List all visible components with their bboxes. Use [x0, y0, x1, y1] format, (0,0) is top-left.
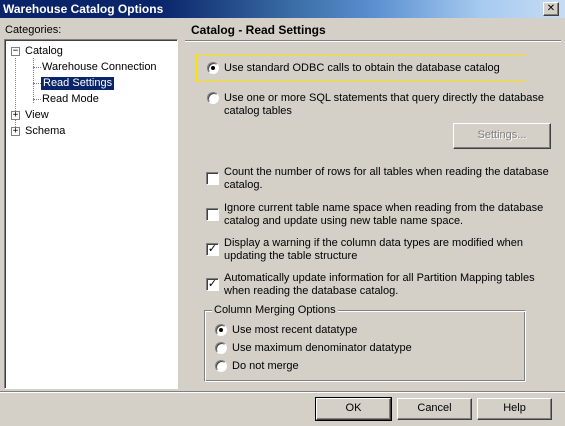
tree-item-warehouse-connection[interactable]: Warehouse Connection	[42, 61, 157, 74]
odbc-calls-radio[interactable]	[207, 62, 219, 74]
cancel-button[interactable]: Cancel	[397, 398, 472, 420]
tree-line	[33, 99, 41, 100]
settings-button[interactable]: Settings...	[453, 123, 551, 149]
tree-line	[33, 83, 41, 84]
do-not-merge-label[interactable]: Do not merge	[232, 360, 299, 373]
sql-statements-label[interactable]: Use one or more SQL statements that quer…	[224, 92, 544, 105]
ignore-namespace-label[interactable]: Ignore current table name space when rea…	[224, 202, 543, 215]
tree-item-catalog[interactable]: Catalog	[25, 45, 63, 58]
datatype-warning-label-2[interactable]: updating the table structure	[224, 250, 357, 263]
tree-line	[33, 58, 34, 103]
check-icon: ✓	[207, 242, 218, 255]
expand-icon[interactable]: +	[11, 127, 20, 136]
merge-max-denominator-radio[interactable]	[215, 342, 227, 354]
datatype-warning-checkbox[interactable]: ✓	[206, 243, 219, 256]
tree-item-view[interactable]: View	[25, 109, 49, 122]
tree-item-schema[interactable]: Schema	[25, 125, 65, 138]
category-tree[interactable]: − Catalog Warehouse Connection Read Sett…	[4, 39, 178, 389]
close-button[interactable]: ✕	[543, 2, 559, 16]
odbc-calls-label[interactable]: Use standard ODBC calls to obtain the da…	[224, 62, 500, 75]
title-bar[interactable]: Warehouse Catalog Options ✕	[0, 0, 565, 18]
tree-item-read-settings[interactable]: Read Settings	[41, 77, 115, 90]
tree-line	[15, 58, 16, 131]
datatype-warning-label[interactable]: Display a warning if the column data typ…	[224, 237, 523, 250]
ignore-namespace-checkbox[interactable]	[206, 208, 219, 221]
count-rows-label-2[interactable]: catalog.	[224, 179, 263, 192]
ok-button[interactable]: OK	[315, 397, 392, 421]
window-title: Warehouse Catalog Options	[3, 2, 164, 16]
check-icon: ✓	[207, 277, 218, 290]
partition-update-label-2[interactable]: when reading the database catalog.	[224, 285, 398, 298]
page-title: Catalog - Read Settings	[191, 23, 326, 37]
collapse-icon[interactable]: −	[11, 47, 20, 56]
close-icon: ✕	[546, 3, 556, 14]
categories-label: Categories:	[5, 24, 62, 36]
divider	[185, 40, 561, 42]
merge-recent-radio[interactable]	[215, 324, 227, 336]
partition-update-checkbox[interactable]: ✓	[206, 278, 219, 291]
tree-item-read-mode[interactable]: Read Mode	[42, 93, 99, 106]
help-button[interactable]: Help	[477, 398, 552, 420]
partition-update-label[interactable]: Automatically update information for all…	[224, 272, 535, 285]
sql-statements-label-2[interactable]: catalog tables	[224, 105, 292, 118]
count-rows-label[interactable]: Count the number of rows for all tables …	[224, 166, 549, 179]
column-merging-legend: Column Merging Options	[212, 304, 338, 316]
count-rows-checkbox[interactable]	[206, 172, 219, 185]
expand-icon[interactable]: +	[11, 111, 20, 120]
ignore-namespace-label-2[interactable]: catalog and update using new table name …	[224, 215, 463, 228]
sql-statements-radio[interactable]	[207, 92, 219, 104]
merge-max-denominator-label[interactable]: Use maximum denominator datatype	[232, 342, 412, 355]
merge-recent-label[interactable]: Use most recent datatype	[232, 324, 357, 337]
do-not-merge-radio[interactable]	[215, 360, 227, 372]
footer-divider	[0, 391, 565, 393]
tree-line	[33, 67, 41, 68]
